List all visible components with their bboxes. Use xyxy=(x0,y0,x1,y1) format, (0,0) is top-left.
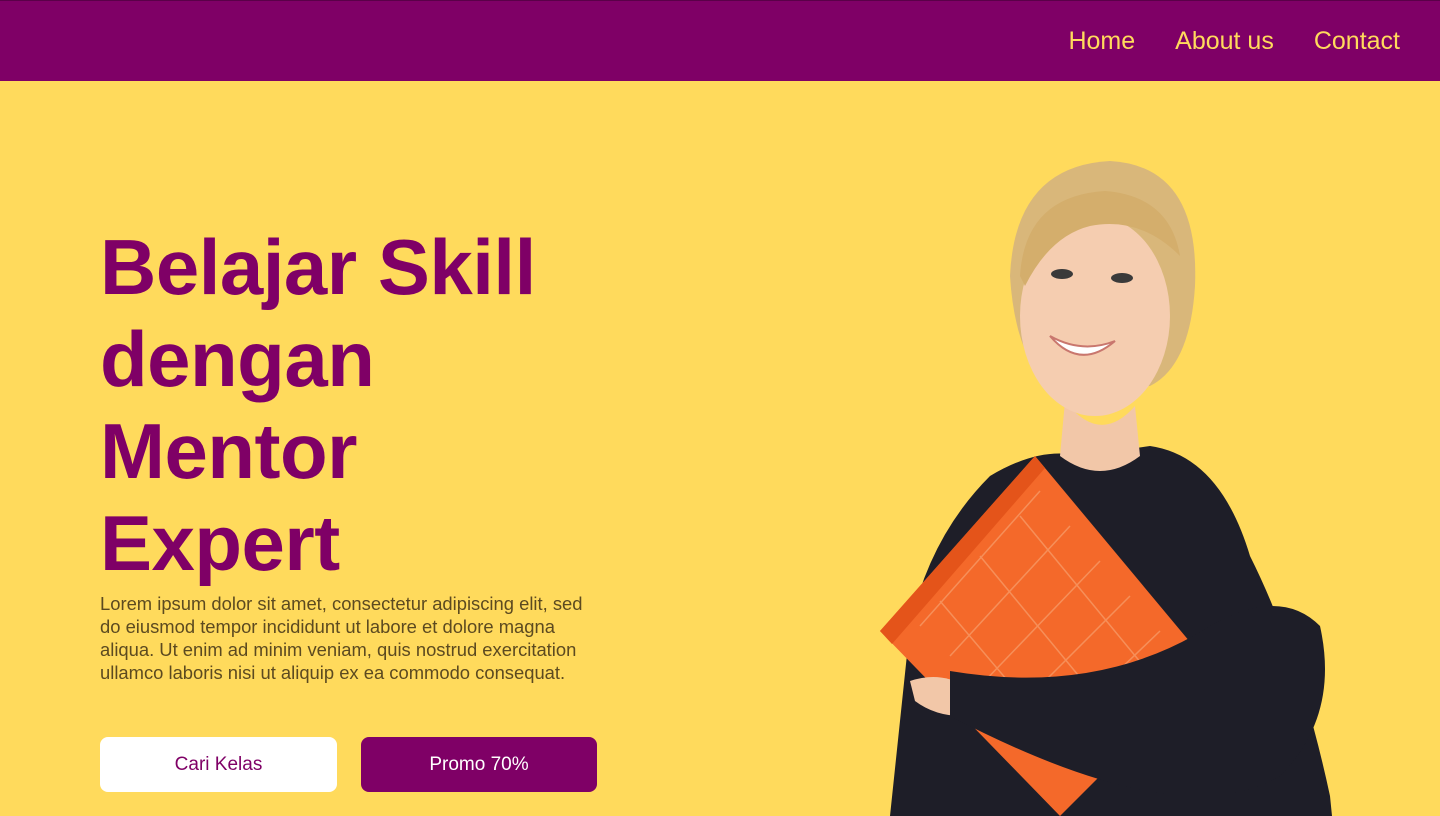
hero-title-line-1: Belajar Skill xyxy=(100,223,536,311)
hero-title-line-3: Mentor xyxy=(100,407,357,495)
hero-description: Lorem ipsum dolor sit amet, consectetur … xyxy=(100,593,583,683)
find-class-button[interactable]: Cari Kelas xyxy=(100,737,337,792)
eye-left xyxy=(1051,269,1073,279)
hero-section: Belajar Skill dengan Mentor Expert Lorem… xyxy=(0,81,1440,816)
nav-link-about-us[interactable]: About us xyxy=(1175,27,1274,56)
hero-title: Belajar Skill dengan Mentor Expert xyxy=(100,221,620,589)
hero-woman-image xyxy=(880,161,1332,816)
nav-menu: Home About us Contact xyxy=(1068,1,1400,81)
hero-title-line-2: dengan xyxy=(100,315,375,403)
hero-title-line-4: Expert xyxy=(100,499,340,587)
nav-link-home[interactable]: Home xyxy=(1068,27,1135,56)
eye-right xyxy=(1111,273,1133,283)
nav-link-contact[interactable]: Contact xyxy=(1314,27,1400,56)
navbar: Home About us Contact xyxy=(0,0,1440,81)
promo-button[interactable]: Promo 70% xyxy=(361,737,597,792)
